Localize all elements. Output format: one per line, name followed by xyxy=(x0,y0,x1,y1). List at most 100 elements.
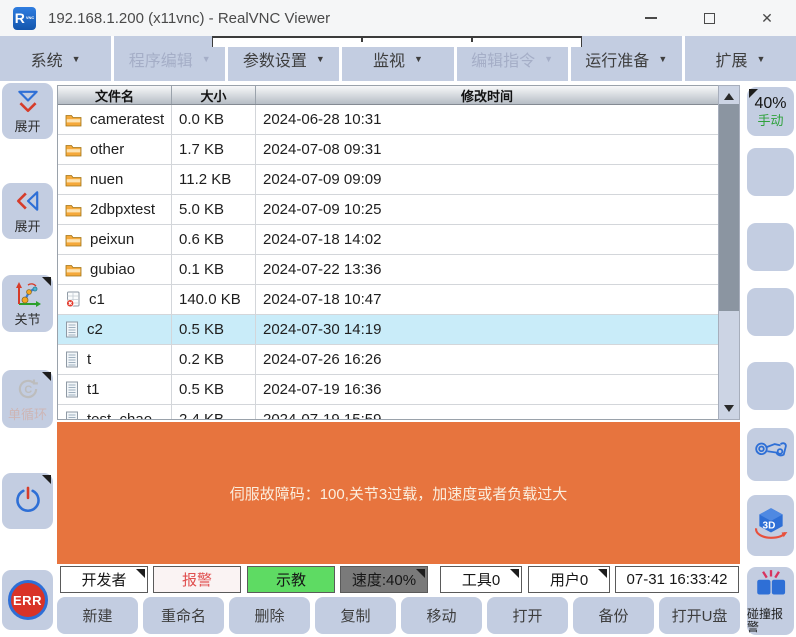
table-row[interactable]: peixun0.6 KB2024-07-18 14:02 xyxy=(58,225,718,255)
menu-extend[interactable]: 扩展▼ xyxy=(685,36,796,81)
svg-text:3D: 3D xyxy=(762,520,775,531)
table-row[interactable]: 2dbpxtest 5.0 KB2024-07-09 10:25 xyxy=(58,195,718,225)
empty-function-button[interactable] xyxy=(747,148,794,196)
empty-function-button[interactable] xyxy=(747,223,794,271)
tool-badge[interactable]: 工具0 xyxy=(440,566,522,593)
open-button[interactable]: 打开 xyxy=(487,597,568,634)
column-header-filename[interactable]: 文件名 xyxy=(58,86,172,104)
file-name-cell: cameratest xyxy=(58,105,172,134)
table-row[interactable]: other1.7 KB2024-07-08 09:31 xyxy=(58,135,718,165)
chevrons-left-icon xyxy=(15,188,41,219)
scroll-down-button[interactable] xyxy=(719,400,739,418)
file-mtime-cell: 2024-07-09 09:09 xyxy=(256,165,718,194)
scrollbar-thumb[interactable] xyxy=(719,104,739,311)
alarm-badge[interactable]: 报警 xyxy=(153,566,241,593)
collision-alarm-button[interactable]: 碰撞报警 xyxy=(747,567,794,635)
table-row[interactable]: gubiao0.1 KB2024-07-22 13:36 xyxy=(58,255,718,285)
file-table-body: cameratest0.0 KB2024-06-28 10:31other1.7… xyxy=(58,105,718,420)
window-controls: ✕ xyxy=(622,0,796,36)
teach-mode-badge[interactable]: 示教 xyxy=(247,566,335,593)
maximize-button[interactable] xyxy=(680,0,738,36)
expand-down-button[interactable]: 展开 xyxy=(2,83,53,139)
minimize-icon xyxy=(645,17,657,19)
column-header-size[interactable]: 大小 xyxy=(172,86,256,104)
error-button[interactable]: ERR xyxy=(2,570,53,630)
chevrons-down-icon xyxy=(15,88,41,119)
chevron-down-icon: ▼ xyxy=(658,54,667,64)
empty-function-button[interactable] xyxy=(747,362,794,410)
corner-marker-icon xyxy=(416,569,425,578)
corner-marker-icon xyxy=(136,569,145,578)
table-row[interactable]: t0.2 KB2024-07-26 16:26 xyxy=(58,345,718,375)
cube-3d-icon: 3D xyxy=(753,506,789,545)
table-row[interactable]: cameratest0.0 KB2024-06-28 10:31 xyxy=(58,105,718,135)
file-mtime-cell: 2024-07-09 10:25 xyxy=(256,195,718,224)
speed-mode-button[interactable]: 40% 手动 xyxy=(747,87,794,136)
user-frame-badge[interactable]: 用户0 xyxy=(528,566,610,593)
view-3d-button[interactable]: 3D xyxy=(747,495,794,556)
table-row[interactable]: nuen11.2 KB2024-07-09 09:09 xyxy=(58,165,718,195)
file-name: peixun xyxy=(90,231,134,248)
maximize-icon xyxy=(704,13,715,24)
realvnc-logo-icon: RVNC xyxy=(13,7,36,30)
column-header-mtime[interactable]: 修改时间 xyxy=(256,86,718,104)
menu-program-edit[interactable]: 程序编辑▼ xyxy=(114,36,225,81)
table-row[interactable]: test_chao2.4 KB2024-07-19 15:59 xyxy=(58,405,718,420)
hand-guide-icon xyxy=(753,438,789,471)
chevron-down-icon: ▼ xyxy=(756,54,765,64)
new-button[interactable]: 新建 xyxy=(57,597,138,634)
backup-button[interactable]: 备份 xyxy=(573,597,654,634)
file-name-cell: 2dbpxtest xyxy=(58,195,172,224)
file-size-cell: 0.2 KB xyxy=(172,345,256,374)
speed-badge[interactable]: 速度:40% xyxy=(340,566,428,593)
file-size-cell: 140.0 KB xyxy=(172,285,256,314)
file-size-cell: 0.1 KB xyxy=(172,255,256,284)
file-mtime-cell: 2024-07-19 16:36 xyxy=(256,375,718,404)
file-action-bar: 新建重命名删除复制移动打开备份打开U盘 xyxy=(57,597,740,634)
developer-badge[interactable]: 开发者 xyxy=(60,566,148,593)
manual-mode-label: 手动 xyxy=(757,113,783,128)
file-size-cell: 5.0 KB xyxy=(172,195,256,224)
file-name: t1 xyxy=(87,381,100,398)
joint-mode-button[interactable]: 关节 xyxy=(2,275,53,332)
file-name-cell: gubiao xyxy=(58,255,172,284)
expand-down-label: 展开 xyxy=(14,120,40,134)
title-bar: RVNC 192.168.1.200 (x11vnc) - RealVNC Vi… xyxy=(0,0,796,36)
program-file-icon xyxy=(65,291,81,308)
file-name: t xyxy=(87,351,91,368)
file-name: 2dbpxtest xyxy=(90,201,155,218)
delete-button[interactable]: 删除 xyxy=(229,597,310,634)
file-name-cell: t xyxy=(58,345,172,374)
rename-button[interactable]: 重命名 xyxy=(143,597,224,634)
table-scrollbar[interactable] xyxy=(718,85,740,420)
corner-marker-icon xyxy=(749,89,758,98)
file-name: cameratest xyxy=(90,111,164,128)
file-size-cell: 11.2 KB xyxy=(172,165,256,194)
servo-power-button[interactable] xyxy=(2,473,53,529)
servo-fault-alert: 伺服故障码：100,关节3过载，加速度或者负载过大 xyxy=(57,422,740,564)
close-button[interactable]: ✕ xyxy=(738,0,796,36)
scroll-up-button[interactable] xyxy=(719,86,739,104)
file-mtime-cell: 2024-07-18 14:02 xyxy=(256,225,718,254)
file-name: c2 xyxy=(87,321,103,338)
speed-percent: 40% xyxy=(754,95,786,113)
single-loop-button[interactable]: C 单循环 xyxy=(2,370,53,428)
hand-guide-button[interactable] xyxy=(747,428,794,481)
chevron-down-icon: ▼ xyxy=(414,54,423,64)
empty-function-button[interactable] xyxy=(747,288,794,336)
expand-left-label: 展开 xyxy=(14,220,40,234)
menu-run-prepare[interactable]: 运行准备▼ xyxy=(571,36,682,81)
menu-system[interactable]: 系统▼ xyxy=(0,36,111,81)
corner-marker-icon xyxy=(42,372,51,381)
table-row[interactable]: c20.5 KB2024-07-30 14:19 xyxy=(58,315,718,345)
copy-button[interactable]: 复制 xyxy=(315,597,396,634)
table-row[interactable]: t10.5 KB2024-07-19 16:36 xyxy=(58,375,718,405)
expand-left-button[interactable]: 展开 xyxy=(2,183,53,239)
table-row[interactable]: c1140.0 KB2024-07-18 10:47 xyxy=(58,285,718,315)
minimize-button[interactable] xyxy=(622,0,680,36)
chevron-down-icon: ▼ xyxy=(72,54,81,64)
open-usb-button[interactable]: 打开U盘 xyxy=(659,597,740,634)
file-name-cell: other xyxy=(58,135,172,164)
move-button[interactable]: 移动 xyxy=(401,597,482,634)
folder-icon xyxy=(65,233,82,247)
